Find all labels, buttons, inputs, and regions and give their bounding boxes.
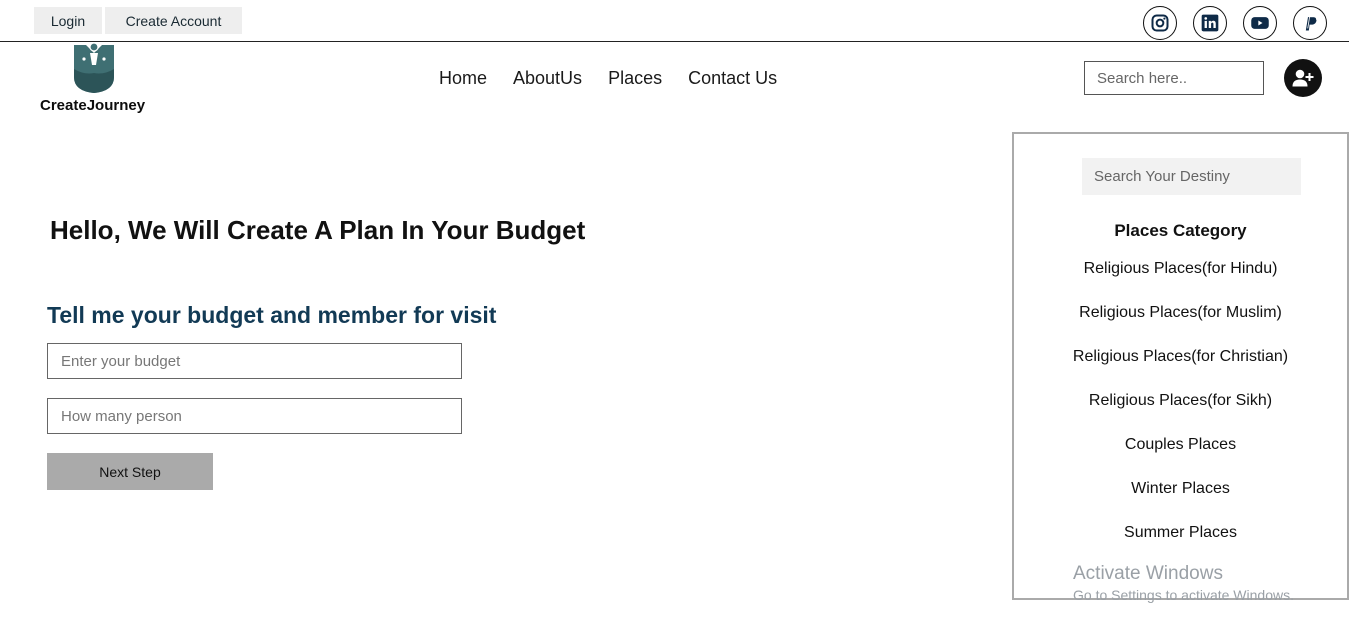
brand-name: CreateJourney [40, 97, 146, 114]
category-couples[interactable]: Couples Places [1014, 436, 1347, 480]
instagram-icon[interactable] [1143, 6, 1177, 40]
places-sidebar: Places Category Religious Places(for Hin… [1012, 132, 1349, 600]
budget-input[interactable] [47, 343, 462, 379]
category-winter[interactable]: Winter Places [1014, 480, 1347, 524]
category-sikh[interactable]: Religious Places(for Sikh) [1014, 392, 1347, 436]
category-title: Places Category [1114, 221, 1247, 240]
header-search-input[interactable] [1084, 61, 1264, 95]
linkedin-icon[interactable] [1193, 6, 1227, 40]
nav-contact-us[interactable]: Contact Us [688, 68, 777, 89]
brand-logo[interactable]: CreateJourney [40, 43, 150, 118]
main-nav: Home AboutUs Places Contact Us [439, 68, 803, 89]
nav-home[interactable]: Home [439, 68, 487, 89]
user-plus-icon [1292, 69, 1314, 87]
category-list: Religious Places(for Hindu) Religious Pl… [1014, 260, 1347, 568]
category-hindu[interactable]: Religious Places(for Hindu) [1014, 260, 1347, 304]
paypal-icon[interactable] [1293, 6, 1327, 40]
create-account-button[interactable]: Create Account [105, 7, 242, 34]
form-subtitle: Tell me your budget and member for visit [47, 302, 497, 328]
add-user-button[interactable] [1284, 59, 1322, 97]
youtube-icon[interactable] [1243, 6, 1277, 40]
logo-icon [74, 43, 114, 93]
next-step-button[interactable]: Next Step [47, 453, 213, 490]
destiny-search-input[interactable] [1082, 158, 1301, 195]
person-count-input[interactable] [47, 398, 462, 434]
nav-about-us[interactable]: AboutUs [513, 68, 582, 89]
category-christian[interactable]: Religious Places(for Christian) [1014, 348, 1347, 392]
category-summer[interactable]: Summer Places [1014, 524, 1347, 568]
page-title: Hello, We Will Create A Plan In Your Bud… [50, 215, 586, 245]
top-bar: Login Create Account [0, 0, 1349, 42]
category-muslim[interactable]: Religious Places(for Muslim) [1014, 304, 1347, 348]
login-button[interactable]: Login [34, 7, 102, 34]
nav-places[interactable]: Places [608, 68, 662, 89]
